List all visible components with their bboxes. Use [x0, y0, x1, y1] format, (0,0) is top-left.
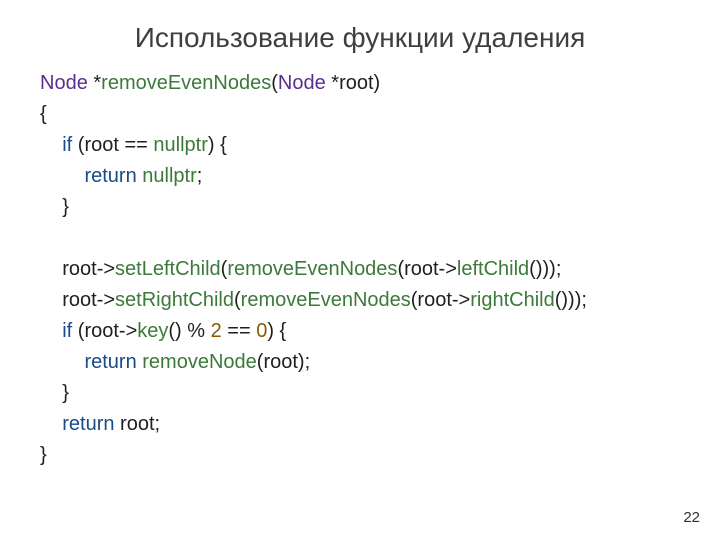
code-token: nullptr [142, 165, 196, 187]
code-token: rightChild [470, 289, 554, 311]
code-token [40, 382, 62, 404]
code-token: 0 [256, 320, 267, 342]
code-token: ())); [555, 289, 587, 311]
code-token: leftChild [457, 258, 529, 280]
code-token: } [62, 196, 69, 218]
code-token [40, 258, 62, 280]
code-token: () % [168, 320, 210, 342]
code-token: ( [234, 289, 241, 311]
code-token: (root); [257, 351, 310, 373]
code-token: 2 [211, 320, 222, 342]
code-token: return [84, 165, 136, 187]
code-token: ) [374, 72, 381, 94]
code-token: removeEvenNodes [101, 72, 271, 94]
code-token: (root-> [411, 289, 470, 311]
code-token: ) { [267, 320, 286, 342]
page-number: 22 [683, 509, 700, 526]
code-token: removeEvenNodes [227, 258, 397, 280]
code-token [40, 320, 62, 342]
code-token: (root-> [397, 258, 456, 280]
code-token [40, 196, 62, 218]
code-token: removeEvenNodes [241, 289, 411, 311]
code-token: (root == [72, 134, 153, 156]
code-token: nullptr [153, 134, 207, 156]
code-token: ; [197, 165, 203, 187]
code-token: * [88, 72, 101, 94]
code-token: if [62, 320, 72, 342]
code-token: ) { [208, 134, 227, 156]
code-token: (root-> [72, 320, 137, 342]
code-token [40, 413, 62, 435]
code-token: if [62, 134, 72, 156]
slide: Использование функции удаления Node *rem… [0, 0, 720, 540]
code-token: Node [278, 72, 326, 94]
code-token: removeNode [142, 351, 257, 373]
code-block: Node *removeEvenNodes(Node *root) { if (… [0, 68, 720, 471]
code-token: } [40, 444, 47, 466]
code-token: key [137, 320, 168, 342]
code-token: } [62, 382, 69, 404]
code-token [40, 165, 84, 187]
code-token: == [222, 320, 256, 342]
code-token: ( [271, 72, 278, 94]
code-token: * [326, 72, 339, 94]
slide-title: Использование функции удаления [0, 0, 720, 68]
code-token: ())); [529, 258, 561, 280]
code-token: return [84, 351, 136, 373]
code-token: root-> [62, 289, 115, 311]
code-token [40, 134, 62, 156]
code-token: root [339, 72, 373, 94]
code-token [40, 351, 84, 373]
code-token: Node [40, 72, 88, 94]
code-token: { [40, 103, 47, 125]
code-token: root-> [62, 258, 115, 280]
code-token: setRightChild [115, 289, 234, 311]
code-token: return [62, 413, 114, 435]
code-token: root; [114, 413, 160, 435]
code-token: setLeftChild [115, 258, 221, 280]
code-token [40, 289, 62, 311]
